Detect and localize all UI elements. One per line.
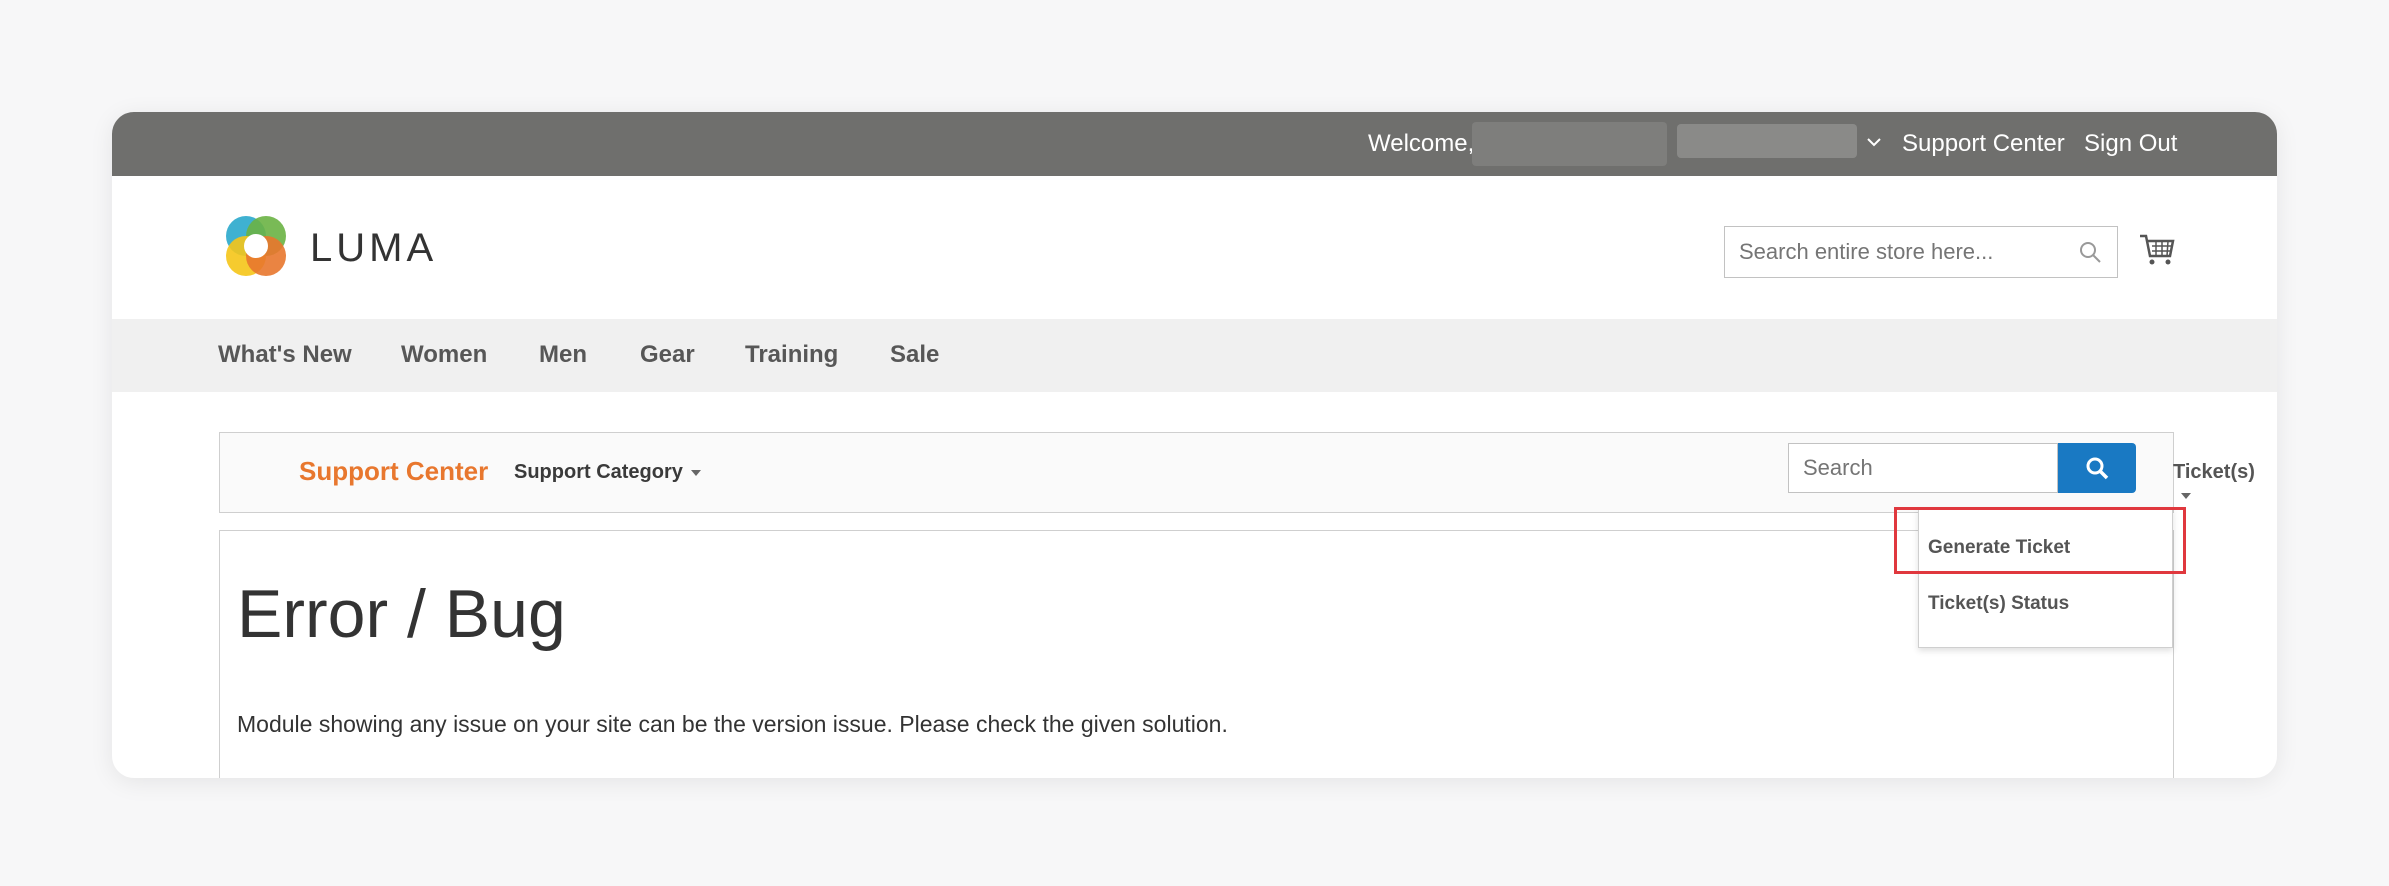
highlight-box	[1894, 507, 2186, 574]
support-center-title[interactable]: Support Center	[299, 456, 488, 487]
store-search-input[interactable]	[1725, 227, 2065, 277]
support-center-link[interactable]: Support Center	[1902, 130, 2065, 158]
support-search-button[interactable]	[2058, 443, 2136, 493]
sign-out-link[interactable]: Sign Out	[2084, 130, 2177, 158]
luma-logo-icon[interactable]	[220, 210, 292, 282]
logo-text[interactable]: LUMA	[310, 226, 437, 271]
support-center-bar: Support Center Support Category Ticket(s…	[219, 432, 2255, 513]
welcome-text: Welcome,	[1368, 130, 1475, 157]
cart-icon[interactable]	[2138, 230, 2176, 268]
chevron-down-icon[interactable]	[1862, 130, 1886, 154]
main-nav: What's New Women Men Gear Training Sale	[112, 319, 2277, 392]
search-icon	[2086, 457, 2109, 480]
tickets-label: Ticket(s)	[2173, 461, 2255, 483]
support-category-dropdown[interactable]: Support Category	[514, 461, 701, 484]
menu-item-tickets-status[interactable]: Ticket(s) Status	[1928, 593, 2069, 615]
store-search	[1724, 226, 2118, 278]
caret-down-icon	[2181, 492, 2191, 499]
nav-item-men[interactable]: Men	[539, 341, 587, 369]
support-category-label: Support Category	[514, 461, 683, 483]
nav-item-gear[interactable]: Gear	[640, 341, 695, 369]
top-bar: Welcome, Support Center Sign Out	[112, 112, 2277, 176]
nav-item-sale[interactable]: Sale	[890, 341, 939, 369]
redacted-account-name[interactable]	[1677, 124, 1857, 158]
browser-window: Welcome, Support Center Sign Out LUMA Se…	[112, 112, 2277, 778]
caret-down-icon	[690, 469, 701, 476]
tickets-dropdown-toggle[interactable]: Ticket(s)	[2173, 461, 2255, 507]
support-search-input[interactable]	[1788, 443, 2058, 493]
nav-item-whats-new[interactable]: What's New	[218, 341, 352, 369]
nav-item-training[interactable]: Training	[745, 341, 838, 369]
site-header: LUMA	[112, 176, 2277, 319]
content-panel: Error / Bug Module showing any issue on …	[219, 530, 2174, 778]
search-icon[interactable]	[2077, 239, 2103, 265]
content-text: Module showing any issue on your site ca…	[237, 711, 1228, 737]
nav-item-women[interactable]: Women	[401, 341, 487, 369]
page-title: Error / Bug	[237, 576, 566, 652]
redacted-username	[1472, 122, 1667, 166]
